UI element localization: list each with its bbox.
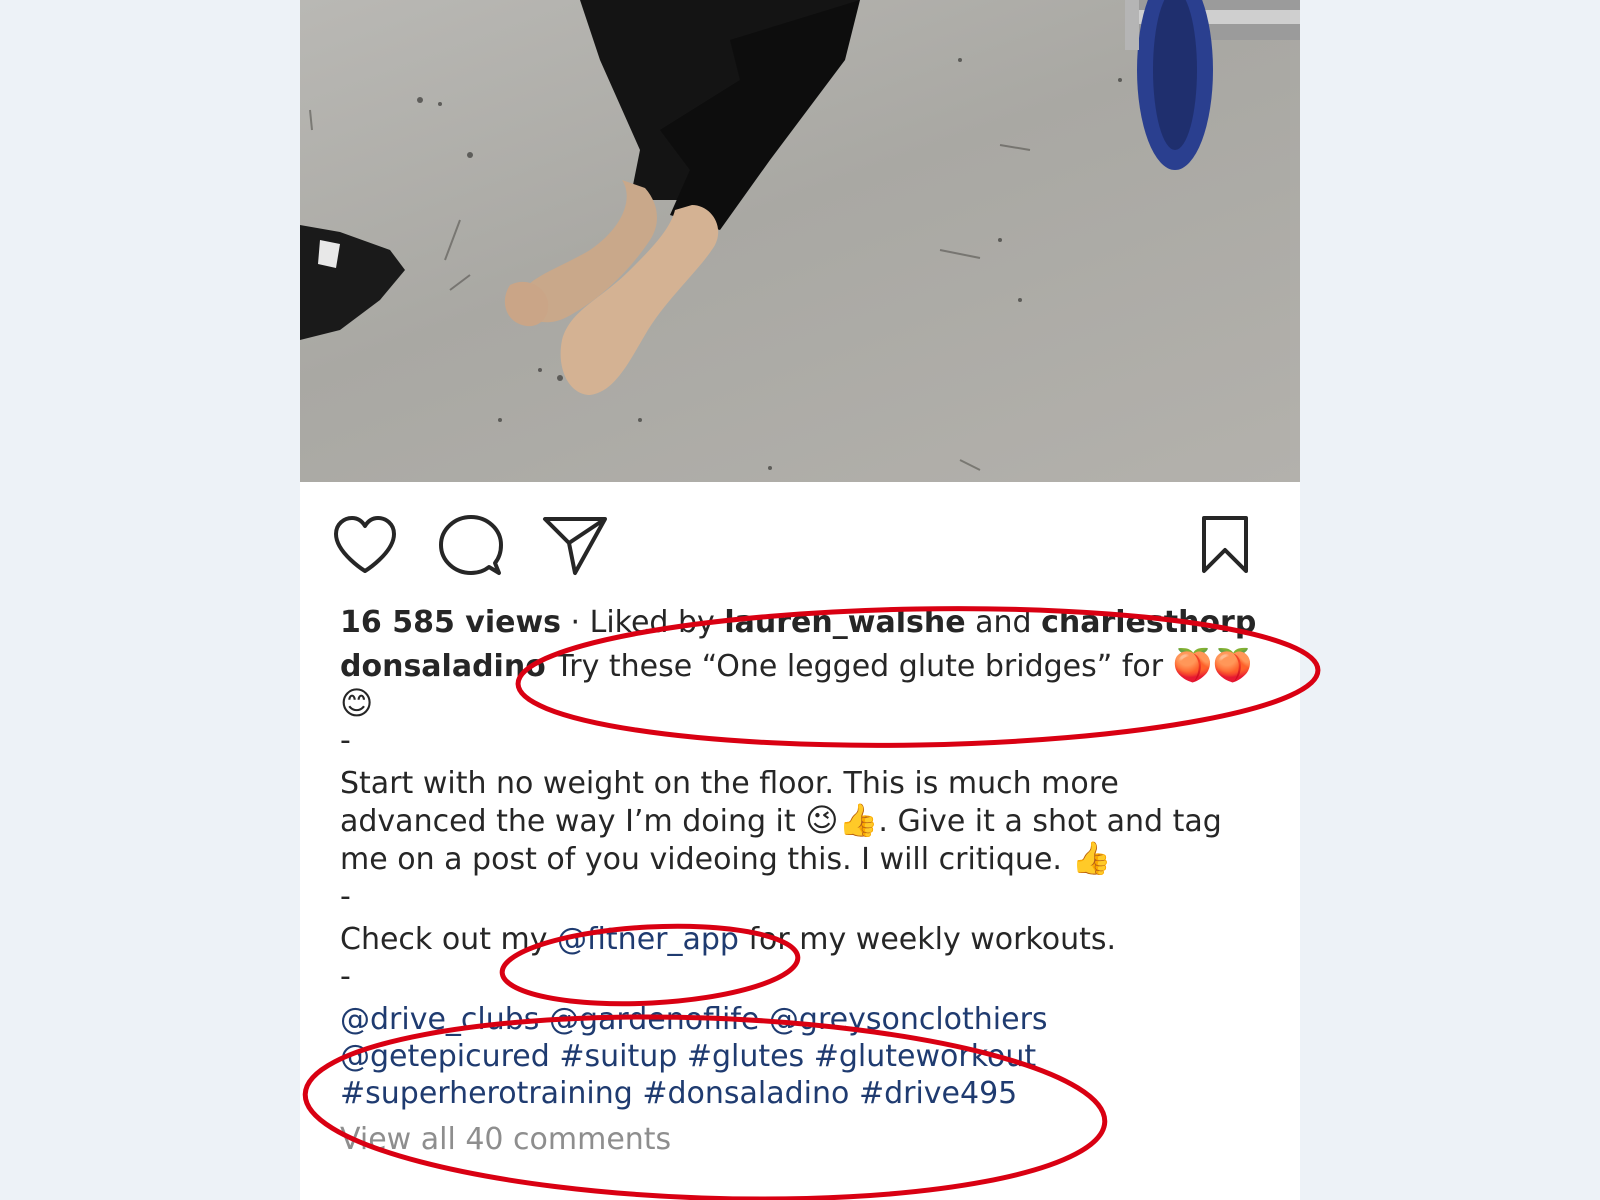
caption-paragraph-line-3: me on a post of you videoing this. I wil… (340, 840, 1270, 878)
caption-text: Try these “One legged glute bridges” for (545, 649, 1173, 684)
post-actions (300, 510, 1300, 584)
tags-line-2: @getepicured #suitup #glutes #gluteworko… (340, 1038, 1270, 1075)
checkout-text: for my weekly workouts. (738, 922, 1117, 957)
liked-by-and: and (965, 605, 1042, 640)
tag-link[interactable]: #superherotraining (340, 1076, 633, 1111)
save-button[interactable] (1190, 510, 1260, 580)
caption-paragraph-line-2: advanced the way I’m doing it 😉👍. Give i… (340, 802, 1270, 840)
like-button[interactable] (330, 510, 400, 580)
tag-link[interactable]: #suitup (559, 1039, 677, 1074)
peach-emoji: 🍑 (1212, 646, 1253, 684)
share-button[interactable] (540, 510, 610, 580)
caption-first-line: donsaladino Try these “One legged glute … (340, 647, 1270, 685)
fitner-app-mention[interactable]: @fitner_app (557, 922, 739, 957)
paper-plane-icon (543, 517, 607, 575)
tag-link[interactable]: #gluteworkout (814, 1039, 1036, 1074)
view-count[interactable]: 16 585 views (340, 605, 561, 640)
caption-paragraph-text: me on a post of you videoing this. I wil… (340, 842, 1072, 877)
checkout-text: Check out my (340, 922, 558, 957)
liked-by-prefix: · Liked by (561, 605, 725, 640)
checkout-line: Check out my @fitner_app for my weekly w… (340, 921, 1270, 958)
tag-link[interactable]: @gardenoflife (549, 1002, 759, 1037)
instagram-post: 16 585 views · Liked by lauren_walshe an… (300, 0, 1300, 1200)
bookmark-icon (1202, 516, 1248, 573)
liked-user-2[interactable]: charlesthorp (1041, 605, 1256, 640)
thumbs-up-emoji: 👍 (1071, 839, 1112, 877)
separator-dash: - (340, 723, 351, 758)
caption-paragraph-text: advanced the way I’m doing it (340, 804, 806, 839)
tag-link[interactable]: #donsaladino (642, 1076, 849, 1111)
post-video[interactable] (300, 0, 1300, 482)
tags-line-3: #superherotraining #donsaladino #drive49… (340, 1075, 1270, 1112)
comment-button[interactable] (436, 510, 506, 580)
comment-icon (439, 515, 503, 575)
peach-emoji: 🍑 (1172, 646, 1213, 684)
tags-line-1: @drive_clubs @gardenoflife @greysoncloth… (340, 1001, 1270, 1038)
heart-icon (334, 516, 396, 573)
post-caption: 16 585 views · Liked by lauren_walshe an… (340, 604, 1270, 1158)
author-username[interactable]: donsaladino (340, 649, 546, 684)
likes-row: 16 585 views · Liked by lauren_walshe an… (340, 604, 1270, 641)
tag-link[interactable]: #glutes (687, 1039, 804, 1074)
tag-link[interactable]: #drive495 (859, 1076, 1017, 1111)
separator-dash: - (340, 959, 351, 994)
caption-paragraph-text: . Give it a shot and tag (878, 804, 1222, 839)
video-frame (300, 0, 1300, 471)
smile-emoji: 😊 (340, 684, 374, 722)
wink-emoji: 😉 (805, 801, 839, 839)
thumbs-up-emoji: 👍 (838, 801, 879, 839)
liked-user-1[interactable]: lauren_walshe (724, 605, 965, 640)
tag-link[interactable]: @greysonclothiers (769, 1002, 1048, 1037)
view-all-comments-link[interactable]: View all 40 comments (340, 1121, 1270, 1158)
tag-link[interactable]: @getepicured (340, 1039, 550, 1074)
caption-paragraph-line-1: Start with no weight on the floor. This … (340, 766, 1119, 801)
separator-dash: - (340, 879, 351, 914)
tag-link[interactable]: @drive_clubs (340, 1002, 539, 1037)
